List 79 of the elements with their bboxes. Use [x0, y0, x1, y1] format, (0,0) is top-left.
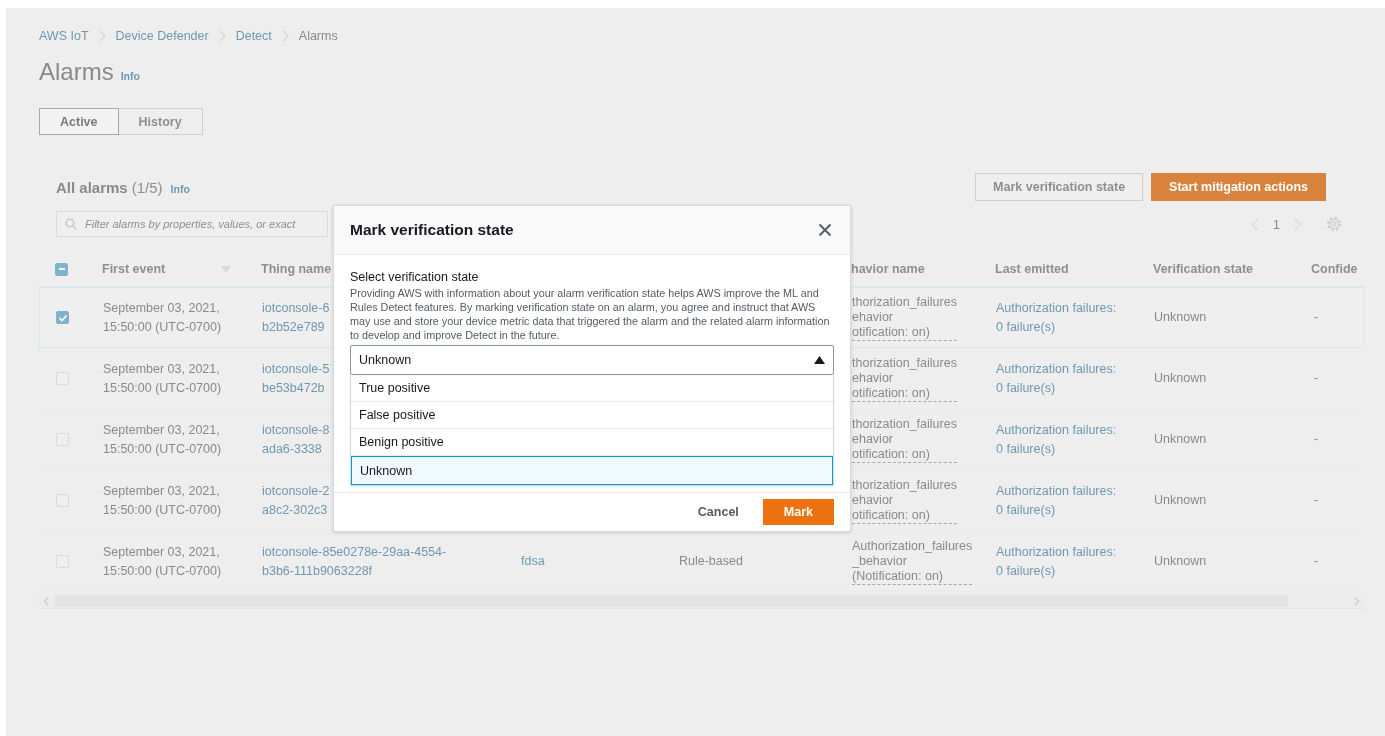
table-cell-text: -	[1313, 370, 1319, 387]
chevron-right-icon	[218, 30, 226, 42]
dropdown-option[interactable]: Unknown	[351, 456, 833, 485]
dropdown-option[interactable]: True positive	[351, 375, 833, 402]
page-number[interactable]: 1	[1272, 216, 1280, 232]
info-link[interactable]: Info	[170, 182, 190, 195]
column-header[interactable]: Thing name	[261, 262, 332, 276]
table-cell-text: -	[1313, 553, 1319, 570]
scroll-left-icon[interactable]	[43, 596, 49, 606]
alarm-count: (1/5)	[131, 178, 163, 196]
field-description: Providing AWS with information about your alarm verification state helps AWS improve the ML and Rules Detect features. By marking verification state on an alarm, you agree and instruct that AWS may use and store your device metric data that triggered the alarm and the related alarm information to develop and improve Detect in the future.	[350, 286, 831, 342]
dialog-title: Mark verification state	[350, 221, 514, 239]
thing-name-link[interactable]: iotconsole-5	[262, 359, 330, 379]
settings-icon[interactable]	[1326, 216, 1342, 232]
table-cell-text: September 03, 2021, 15:50:00 (UTC-0700)	[103, 299, 223, 336]
thing-name-link[interactable]: ada6-3338	[262, 439, 322, 459]
check-icon	[57, 312, 68, 323]
search-field[interactable]: Filter alarms by properties, values, or exact	[56, 211, 328, 237]
table-cell-text: Unknown	[1154, 309, 1207, 326]
column-header[interactable]: Last emitted	[995, 262, 1069, 276]
dropdown-option[interactable]: False positive	[351, 402, 833, 429]
table-cell-text: Rule-based	[679, 553, 743, 570]
column-header[interactable]: Confide	[1311, 262, 1358, 276]
column-header[interactable]: First event	[102, 262, 166, 276]
caret-icon	[814, 356, 825, 364]
behavior-name: thorization_failures ehavior otification: on)	[852, 294, 957, 341]
thing-name-link[interactable]: iotconsole-2	[262, 481, 330, 501]
scroll-right-icon[interactable]	[1354, 596, 1360, 606]
panel-title: All alarms	[56, 178, 128, 196]
tab[interactable]: History	[118, 108, 203, 135]
action-button[interactable]: Mark verification state	[975, 173, 1144, 201]
breadcrumb-current: Alarms	[298, 29, 338, 43]
select-all-checkbox[interactable]	[55, 262, 68, 276]
field-label: Select verification state	[350, 269, 480, 285]
thing-name-link[interactable]: b3b6-111b9063228f	[262, 561, 373, 581]
column-header[interactable]: havior name	[851, 262, 925, 276]
table-cell-text: Unknown	[1154, 492, 1207, 509]
thing-name-link[interactable]: iotconsole-85e0278e-29aa-4554-	[262, 542, 447, 562]
chevron-right-icon	[98, 30, 106, 42]
last-emitted-link[interactable]: Authorization failures: 0 failure(s)	[996, 359, 1117, 398]
breadcrumb-link[interactable]: AWS IoT	[39, 29, 89, 43]
behavior-name: Authorization_failures _behavior (Notification: on)	[852, 538, 973, 585]
behavior-name: thorization_failures ehavior otification: on)	[852, 416, 957, 463]
table-cell-text: -	[1313, 431, 1319, 448]
last-emitted-link[interactable]: Authorization failures: 0 failure(s)	[996, 542, 1117, 581]
thing-name-link[interactable]: a8c2-302c3	[262, 500, 328, 520]
last-emitted-link[interactable]: Authorization failures: 0 failure(s)	[996, 481, 1117, 520]
breadcrumb-link[interactable]: Device Defender	[115, 29, 209, 43]
table-cell-text: -	[1313, 492, 1319, 509]
table-cell-text: September 03, 2021, 15:50:00 (UTC-0700)	[103, 421, 223, 458]
verification-state-select[interactable]: Unknown	[350, 345, 834, 375]
chevron-right-icon	[281, 30, 289, 42]
dialog-button[interactable]: Cancel	[691, 499, 745, 525]
last-emitted-link[interactable]: Authorization failures: 0 failure(s)	[996, 420, 1117, 459]
thing-name-link[interactable]: be53b472b	[262, 378, 325, 398]
info-link[interactable]: Info	[120, 70, 140, 82]
table-cell-text: Unknown	[1154, 370, 1207, 387]
behavior-name: thorization_failures ehavior otification: on)	[852, 355, 957, 402]
breadcrumb-link[interactable]: Detect	[235, 29, 272, 43]
table-cell-text: Unknown	[1154, 553, 1207, 570]
thing-name-link[interactable]: b2b52e789	[262, 317, 325, 337]
close-icon[interactable]	[818, 223, 832, 237]
behavior-name: thorization_failures ehavior otification: on)	[852, 477, 957, 524]
thing-name-link[interactable]: iotconsole-8	[262, 420, 330, 440]
last-emitted-link[interactable]: Authorization failures: 0 failure(s)	[996, 298, 1117, 337]
table-link[interactable]: fdsa	[521, 552, 545, 571]
table-cell-text: -	[1313, 309, 1319, 326]
page-title: Alarms	[39, 58, 114, 86]
thing-name-link[interactable]: iotconsole-6	[262, 298, 330, 318]
table-cell-text: September 03, 2021, 15:50:00 (UTC-0700)	[103, 360, 223, 397]
row-checkbox[interactable]	[56, 311, 69, 324]
column-header[interactable]: Verification state	[1153, 262, 1254, 276]
tab[interactable]: Active	[39, 108, 119, 135]
table-cell-text: September 03, 2021, 15:50:00 (UTC-0700)	[103, 543, 223, 580]
search-icon	[65, 218, 77, 230]
dialog-button[interactable]: Mark	[762, 499, 834, 525]
table-cell-text: Unknown	[1154, 431, 1207, 448]
action-button[interactable]: Start mitigation actions	[1151, 173, 1326, 201]
table-cell-text: September 03, 2021, 15:50:00 (UTC-0700)	[103, 482, 223, 519]
